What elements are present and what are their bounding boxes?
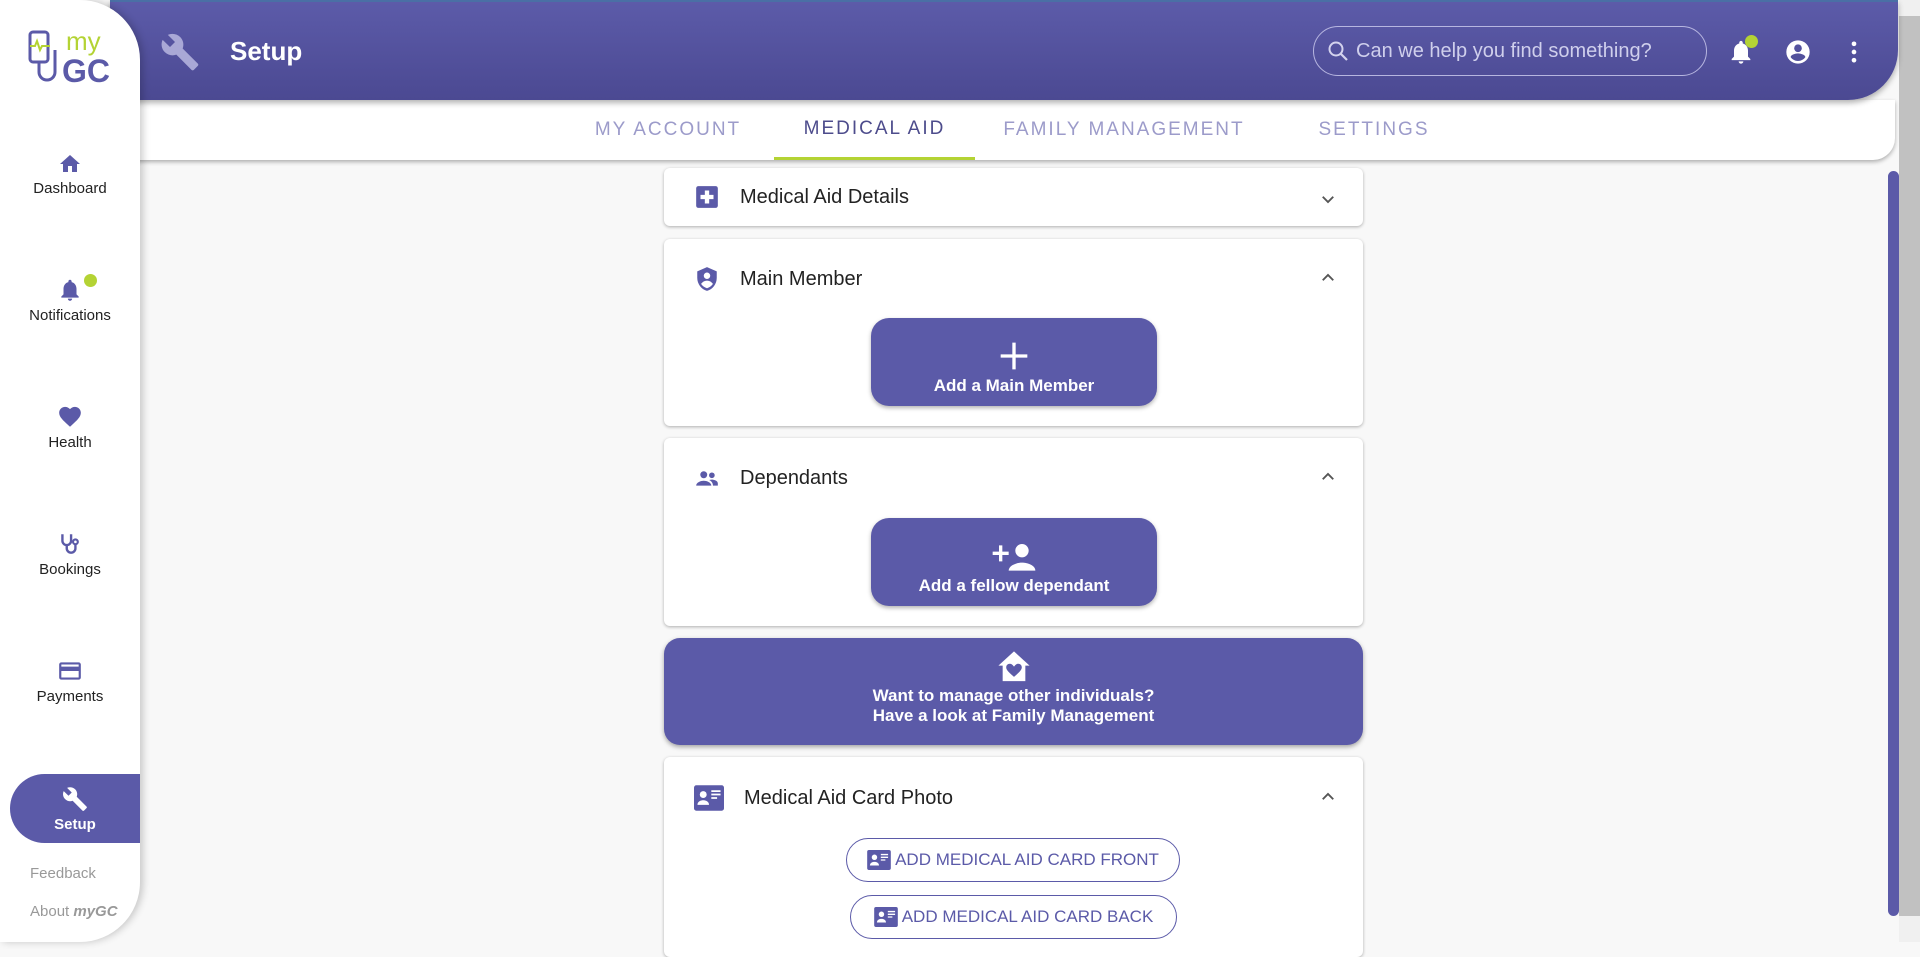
- search-box[interactable]: [1313, 26, 1707, 76]
- tab-bar: MY ACCOUNT MEDICAL AID FAMILY MANAGEMENT…: [110, 100, 1895, 160]
- svg-text:GC: GC: [62, 53, 110, 88]
- about-brand: myGC: [73, 903, 118, 920]
- add-card-front-button[interactable]: ADD MEDICAL AID CARD FRONT: [846, 838, 1180, 882]
- page-title: Setup: [230, 36, 303, 66]
- dependants-card: Dependants Add a fellow dependant: [664, 438, 1363, 626]
- button-label: Add a fellow dependant: [918, 576, 1110, 595]
- tab-family-management[interactable]: FAMILY MANAGEMENT: [994, 100, 1254, 160]
- search-icon: [1328, 41, 1348, 61]
- tab-medical-aid[interactable]: MEDICAL AID: [774, 100, 975, 160]
- notification-dot: [1745, 35, 1758, 48]
- card-title: Medical Aid Details: [740, 185, 909, 208]
- sidebar-item-label: Payments: [36, 688, 104, 705]
- top-header: Setup: [110, 0, 1898, 100]
- tab-settings[interactable]: SETTINGS: [1304, 100, 1444, 160]
- search-input[interactable]: [1356, 39, 1696, 63]
- medical-plus-icon: [696, 186, 718, 208]
- id-card-icon: [873, 907, 898, 927]
- button-label: ADD MEDICAL AID CARD FRONT: [895, 850, 1159, 869]
- sidebar-item-label: Bookings: [39, 561, 101, 578]
- stethoscope-icon: [61, 534, 79, 554]
- bell-icon: [61, 279, 79, 301]
- sidebar-item-label: Dashboard: [33, 180, 107, 197]
- sidebar-item-notifications[interactable]: Notifications: [0, 277, 140, 324]
- shield-person-icon: [697, 267, 717, 291]
- account-icon[interactable]: [1784, 38, 1812, 66]
- add-dependant-button[interactable]: Add a fellow dependant: [871, 518, 1157, 606]
- people-icon: [696, 471, 718, 486]
- wrench-icon: [63, 787, 87, 811]
- card-title: Main Member: [740, 267, 863, 290]
- add-main-member-button[interactable]: Add a Main Member: [871, 318, 1157, 406]
- feedback-link[interactable]: Feedback: [30, 865, 96, 882]
- mygc-logo[interactable]: my GC: [28, 28, 123, 88]
- id-card-icon: [867, 850, 891, 870]
- tab-my-account[interactable]: MY ACCOUNT: [586, 100, 750, 160]
- heart-icon: [59, 406, 81, 427]
- sidebar-item-dashboard[interactable]: Dashboard: [0, 152, 140, 197]
- sidebar-item-payments[interactable]: Payments: [0, 658, 140, 705]
- about-label: About: [30, 903, 70, 920]
- chevron-up-icon[interactable]: [1319, 788, 1337, 806]
- card-header: Medical Aid Details: [694, 168, 909, 226]
- browser-scrollbar[interactable]: [1899, 0, 1920, 942]
- card-header[interactable]: Medical Aid Card Photo: [694, 769, 953, 827]
- wrench-icon: [161, 33, 199, 71]
- main-member-card: Main Member Add a Main Member: [664, 239, 1363, 426]
- credit-card-icon: [59, 662, 81, 680]
- home-icon: [60, 155, 80, 172]
- add-card-back-button[interactable]: ADD MEDICAL AID CARD BACK: [850, 895, 1177, 939]
- medical-aid-details-card[interactable]: Medical Aid Details: [664, 168, 1363, 226]
- id-card-icon: [694, 785, 724, 811]
- button-label: ADD MEDICAL AID CARD BACK: [901, 907, 1154, 926]
- plus-icon: [1000, 342, 1028, 370]
- add-person-icon: [992, 544, 1036, 571]
- medical-aid-card-photo-card: Medical Aid Card Photo ADD MEDICAL AID C…: [664, 757, 1363, 957]
- card-title: Dependants: [740, 466, 848, 489]
- button-label: Add a Main Member: [933, 376, 1095, 395]
- content-scrollbar[interactable]: [1888, 171, 1899, 916]
- family-management-banner[interactable]: Want to manage other individuals? Have a…: [664, 638, 1363, 745]
- scrollbar-thumb[interactable]: [1899, 16, 1920, 916]
- sidebar-item-label: Health: [48, 434, 92, 451]
- sidebar-item-setup[interactable]: Setup: [10, 774, 140, 843]
- about-link[interactable]: About myGC: [30, 903, 118, 920]
- chevron-up-icon[interactable]: [1319, 468, 1337, 486]
- sidebar-item-bookings[interactable]: Bookings: [0, 531, 140, 578]
- more-options-icon[interactable]: [1840, 38, 1868, 66]
- card-header[interactable]: Main Member: [694, 250, 862, 308]
- notification-dot: [84, 274, 97, 287]
- card-title: Medical Aid Card Photo: [744, 786, 954, 809]
- sidebar-item-health[interactable]: Health: [0, 404, 140, 451]
- sidebar-item-label: Setup: [54, 816, 96, 833]
- card-header[interactable]: Dependants: [694, 449, 848, 507]
- sidebar: my GC Dashboard Notifications Health Boo…: [0, 0, 140, 942]
- chevron-up-icon[interactable]: [1319, 269, 1337, 287]
- sidebar-item-label: Notifications: [29, 307, 111, 324]
- house-heart-icon: [997, 651, 1030, 682]
- chevron-down-icon[interactable]: [1319, 190, 1337, 208]
- banner-line-1: Want to manage other individuals?: [872, 686, 1155, 705]
- banner-line-2: Have a look at Family Management: [872, 706, 1155, 725]
- svg-text:my: my: [66, 28, 101, 56]
